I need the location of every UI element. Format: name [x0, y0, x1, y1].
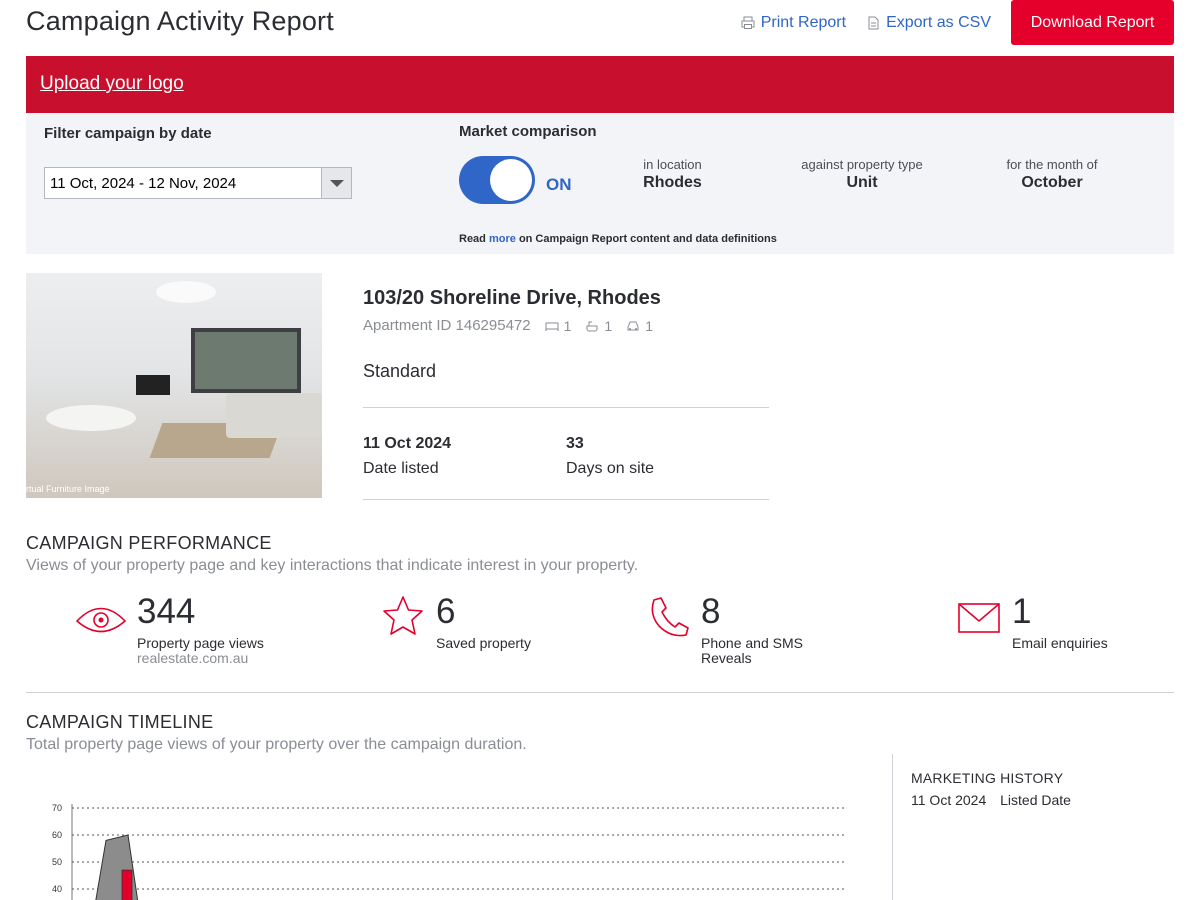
chevron-down-icon[interactable]	[321, 168, 351, 198]
toggle-state-label: ON	[546, 175, 572, 194]
document-icon	[868, 16, 879, 29]
download-report-button[interactable]: Download Report	[1011, 0, 1174, 45]
print-report-link[interactable]: Print Report	[741, 14, 846, 32]
market-comparison-label: Market comparison	[459, 123, 597, 140]
bathrooms-count: 1	[604, 317, 613, 334]
photo-caption: rtual Furniture Image	[26, 484, 110, 494]
performance-subtitle: Views of your property page and key inte…	[26, 557, 639, 574]
bathrooms-feature: 1	[585, 318, 612, 334]
toggle-knob	[490, 159, 532, 201]
phone-reveals-label: Phone and SMS	[701, 635, 803, 651]
email-enquiries-label: Email enquiries	[1012, 635, 1108, 651]
property-type-sub: against property type	[801, 157, 923, 172]
location-value: Rhodes	[643, 174, 702, 191]
days-on-site-stat: 33 Days on site	[566, 435, 654, 478]
history-date: 11 Oct 2024	[911, 792, 987, 808]
marketing-history-item: 11 Oct 2024 Listed Date	[911, 792, 1071, 808]
read-suffix: on Campaign Report content and data defi…	[518, 233, 777, 245]
phone-icon	[651, 597, 689, 637]
filter-panel: Filter campaign by date 11 Oct, 2024 - 1…	[26, 113, 1174, 254]
y-tick-label: 70	[52, 803, 62, 813]
page-views-value: 344	[137, 592, 196, 631]
phone-reveals-value: 8	[701, 592, 721, 631]
history-event: Listed Date	[1000, 792, 1071, 808]
star-icon	[383, 596, 423, 635]
month-column: for the month of October	[986, 157, 1118, 192]
y-tick-label: 60	[52, 830, 62, 840]
export-csv-link[interactable]: Export as CSV	[866, 14, 991, 32]
property-address: 103/20 Shoreline Drive, Rhodes	[363, 287, 661, 309]
section-divider	[26, 692, 1174, 693]
tv	[136, 375, 170, 395]
metric-saved-property: 6 Saved property	[380, 594, 531, 651]
metric-page-views: 344 Property page views realestate.com.a…	[75, 594, 264, 666]
month-sub: for the month of	[1006, 157, 1098, 172]
page-views-source: realestate.com.au	[137, 650, 249, 666]
metric-phone-reveals: 8 Phone and SMS Reveals	[646, 594, 803, 666]
eye-icon	[75, 607, 127, 633]
property-photo[interactable]: rtual Furniture Image	[26, 273, 322, 498]
page-views-label: Property page views	[137, 635, 264, 651]
sofa	[226, 393, 322, 438]
column-divider	[892, 754, 893, 900]
email-enquiries-value: 1	[1012, 592, 1032, 631]
window	[191, 328, 301, 393]
export-csv-label: Export as CSV	[886, 13, 991, 31]
phone-reveals-label-2: Reveals	[701, 650, 752, 666]
upload-logo-link[interactable]: Upload your logo	[40, 73, 184, 95]
y-tick-label: 50	[52, 857, 62, 867]
read-prefix: Read	[459, 233, 486, 245]
parking-count: 1	[645, 317, 654, 334]
date-listed-label: Date listed	[363, 460, 439, 477]
divider	[363, 407, 769, 408]
timeline-chart: 70 60 50 40	[52, 803, 845, 900]
bedrooms-count: 1	[563, 317, 572, 334]
date-listed-value: 11 Oct 2024	[363, 435, 452, 452]
property-id: Apartment ID 146295472	[363, 317, 531, 334]
saved-property-label: Saved property	[436, 635, 531, 651]
location-sub: in location	[643, 157, 702, 172]
read-more-note: Read more on Campaign Report content and…	[459, 233, 777, 245]
parking-feature: 1	[626, 318, 653, 334]
days-on-site-label: Days on site	[566, 460, 655, 477]
performance-title: CAMPAIGN PERFORMANCE	[26, 533, 272, 553]
date-range-value: 11 Oct, 2024 - 12 Nov, 2024	[50, 174, 237, 192]
divider	[363, 499, 769, 500]
property-type-column: against property type Unit	[786, 157, 938, 192]
mail-icon	[958, 603, 1000, 633]
timeline-title: CAMPAIGN TIMELINE	[26, 712, 214, 732]
y-tick-label: 40	[52, 884, 62, 894]
bed-icon	[545, 322, 559, 331]
car-icon	[627, 321, 639, 330]
days-on-site-value: 33	[566, 435, 584, 452]
listing-tier: Standard	[363, 361, 437, 381]
date-range-select[interactable]: 11 Oct, 2024 - 12 Nov, 2024	[44, 167, 352, 199]
market-comparison-toggle[interactable]	[459, 156, 535, 204]
property-meta: Apartment ID 146295472 1 1 1	[363, 317, 653, 334]
logo-banner: Upload your logo	[26, 56, 1174, 113]
metric-email-enquiries: 1 Email enquiries	[956, 594, 1108, 651]
ceiling-light	[156, 281, 216, 303]
filter-label: Filter campaign by date	[44, 125, 212, 142]
timeline-subtitle: Total property page views of your proper…	[26, 736, 527, 753]
print-report-label: Print Report	[760, 13, 847, 31]
views-bar	[121, 869, 133, 900]
top-actions: Print Report Export as CSV Download Repo…	[741, 0, 1174, 45]
date-listed-stat: 11 Oct 2024 Date listed	[363, 435, 451, 478]
saved-property-value: 6	[436, 592, 456, 631]
bath-icon	[586, 321, 598, 331]
page-title: Campaign Activity Report	[26, 6, 334, 36]
location-column: in location Rhodes	[616, 157, 729, 192]
bedrooms-feature: 1	[545, 317, 572, 334]
printer-icon	[741, 16, 755, 29]
month-value: October	[1021, 174, 1083, 191]
property-type-value: Unit	[846, 174, 878, 191]
marketing-history-title: MARKETING HISTORY	[911, 770, 1064, 786]
read-more-link[interactable]: more	[489, 233, 516, 245]
dining-table	[46, 405, 136, 431]
